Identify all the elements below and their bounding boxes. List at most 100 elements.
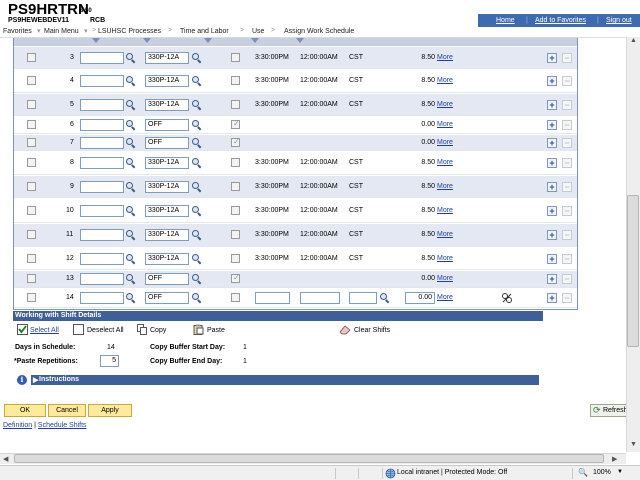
sign-out-link[interactable]: Sign out	[606, 17, 632, 24]
row-select-checkbox[interactable]	[27, 230, 36, 239]
copy-icon[interactable]	[137, 324, 148, 335]
schedule-shifts-link[interactable]: Schedule Shifts	[38, 422, 87, 429]
row-select-checkbox[interactable]	[27, 206, 36, 215]
search-icon[interactable]	[380, 293, 389, 302]
add-row-button[interactable]: +	[547, 158, 557, 168]
workday-input[interactable]	[80, 52, 124, 64]
deselect-all-link[interactable]: Deselect All	[87, 327, 124, 334]
workday-input[interactable]	[80, 292, 124, 304]
workday-input[interactable]	[80, 253, 124, 265]
add-row-button[interactable]: +	[547, 53, 557, 63]
workday-input[interactable]	[80, 229, 124, 241]
delete-row-button[interactable]: −	[562, 120, 572, 130]
eraser-icon[interactable]	[339, 324, 351, 335]
row-select-checkbox[interactable]	[27, 76, 36, 85]
add-row-button[interactable]: +	[547, 100, 557, 110]
delete-row-button[interactable]: −	[562, 138, 572, 148]
shift-id-input[interactable]: OFF	[145, 292, 189, 304]
more-link[interactable]: More	[437, 231, 453, 238]
search-icon[interactable]	[192, 100, 201, 109]
expand-arrow-icon[interactable]: ▶	[33, 376, 38, 384]
search-icon[interactable]	[126, 158, 135, 167]
search-icon[interactable]	[126, 100, 135, 109]
more-link[interactable]: More	[437, 183, 453, 190]
shift-id-input[interactable]: 330P-12A	[145, 205, 189, 217]
more-link[interactable]: More	[437, 139, 453, 146]
select-all-icon[interactable]	[17, 324, 28, 335]
search-icon[interactable]	[126, 182, 135, 191]
more-link[interactable]: More	[437, 77, 453, 84]
search-icon[interactable]	[126, 138, 135, 147]
scroll-up-icon[interactable]: ▲	[630, 37, 637, 44]
row-select-checkbox[interactable]	[27, 182, 36, 191]
add-row-button[interactable]: +	[547, 254, 557, 264]
workday-input[interactable]	[80, 99, 124, 111]
breadcrumb-use[interactable]: Use	[252, 28, 264, 35]
add-row-button[interactable]: +	[547, 120, 557, 130]
shift-id-input[interactable]: 330P-12A	[145, 99, 189, 111]
workday-input[interactable]	[80, 119, 124, 131]
search-icon[interactable]	[126, 76, 135, 85]
zoom-level[interactable]: 100%	[593, 469, 611, 476]
breadcrumb-time-and-labor[interactable]: Time and Labor	[180, 28, 229, 35]
off-day-checkbox[interactable]	[231, 119, 240, 129]
start-time-input[interactable]	[255, 292, 290, 304]
row-select-checkbox[interactable]	[27, 158, 36, 167]
paste-icon[interactable]	[193, 324, 204, 335]
breadcrumb-lsuhsc-processes[interactable]: LSUHSC Processes	[98, 28, 161, 35]
deselect-all-icon[interactable]	[73, 324, 84, 335]
end-time-input[interactable]	[300, 292, 340, 304]
chevron-down-icon[interactable]: ▼	[617, 469, 623, 475]
paste-link[interactable]: Paste	[207, 327, 225, 334]
off-day-checkbox[interactable]	[231, 137, 240, 147]
scroll-down-icon[interactable]: ▼	[630, 441, 637, 448]
paste-repetitions-input[interactable]: 5	[100, 355, 119, 367]
add-row-button[interactable]: +	[547, 182, 557, 192]
shift-id-input[interactable]: OFF	[145, 119, 189, 131]
delete-row-button[interactable]: −	[562, 100, 572, 110]
add-row-button[interactable]: +	[547, 138, 557, 148]
chevron-down-icon[interactable]: ▾	[84, 27, 88, 35]
search-icon[interactable]	[192, 53, 201, 62]
off-day-checkbox[interactable]	[231, 293, 240, 302]
scroll-left-icon[interactable]: ◀	[3, 455, 8, 463]
search-icon[interactable]	[126, 274, 135, 283]
off-day-checkbox[interactable]	[231, 254, 240, 263]
workday-input[interactable]	[80, 137, 124, 149]
row-select-checkbox[interactable]	[27, 254, 36, 263]
delete-row-button[interactable]: −	[562, 274, 572, 284]
more-link[interactable]: More	[437, 121, 453, 128]
search-icon[interactable]	[192, 274, 201, 283]
delete-row-button[interactable]: −	[562, 76, 572, 86]
search-icon[interactable]	[126, 206, 135, 215]
shift-id-input[interactable]: 330P-12A	[145, 75, 189, 87]
select-all-link[interactable]: Select All	[30, 327, 59, 334]
search-icon[interactable]	[192, 182, 201, 191]
home-link[interactable]: Home	[496, 17, 515, 24]
add-row-button[interactable]: +	[547, 206, 557, 216]
workday-input[interactable]	[80, 157, 124, 169]
scroll-right-icon[interactable]: ▶	[612, 455, 617, 463]
search-icon[interactable]	[192, 76, 201, 85]
more-link[interactable]: More	[437, 101, 453, 108]
off-day-checkbox[interactable]	[231, 230, 240, 239]
search-icon[interactable]	[192, 254, 201, 263]
chevron-down-icon[interactable]: ▾	[37, 27, 41, 35]
zoom-icon[interactable]: 🔍	[578, 468, 588, 477]
delete-row-button[interactable]: −	[562, 254, 572, 264]
add-row-button[interactable]: +	[547, 293, 557, 303]
vertical-scroll-thumb[interactable]	[627, 195, 639, 347]
off-day-checkbox[interactable]	[231, 158, 240, 167]
apply-button[interactable]: Apply	[88, 404, 132, 417]
cancel-button[interactable]: Cancel	[48, 404, 86, 417]
delete-row-button[interactable]: −	[562, 182, 572, 192]
workday-input[interactable]	[80, 181, 124, 193]
breadcrumb-favorites[interactable]: Favorites	[3, 28, 32, 35]
workday-input[interactable]	[80, 273, 124, 285]
shift-id-input[interactable]: 330P-12A	[145, 52, 189, 64]
search-icon[interactable]	[192, 158, 201, 167]
clear-shifts-link[interactable]: Clear Shifts	[354, 327, 390, 334]
search-icon[interactable]	[192, 206, 201, 215]
delete-row-button[interactable]: −	[562, 206, 572, 216]
add-row-button[interactable]: +	[547, 274, 557, 284]
